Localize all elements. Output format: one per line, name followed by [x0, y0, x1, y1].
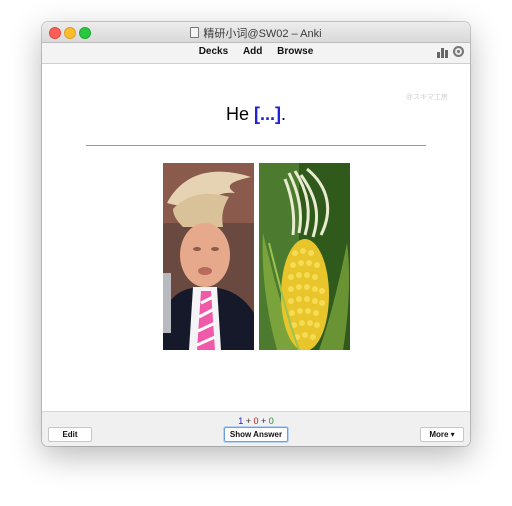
- decks-link[interactable]: Decks: [199, 46, 228, 57]
- count-separator: +: [243, 416, 254, 426]
- stats-icon[interactable]: [437, 48, 448, 58]
- due-counts: 1 + 0 + 0: [42, 416, 470, 426]
- title-bar[interactable]: 精研小词@SW02 – Anki: [42, 22, 470, 43]
- portrait-illustration: [163, 163, 254, 350]
- card-divider: [86, 145, 426, 146]
- nav-links: Decks Add Browse: [42, 46, 470, 57]
- document-icon: [190, 27, 200, 38]
- cloze-deletion: [...]: [254, 104, 281, 124]
- window-title: 精研小词@SW02 – Anki: [203, 28, 322, 40]
- review-bottom-bar: 1 + 0 + 0 Edit Show Answer More ▾: [42, 411, 470, 446]
- add-link[interactable]: Add: [243, 46, 262, 57]
- corn-illustration: [259, 163, 350, 350]
- corn-photo: [259, 163, 350, 350]
- question-suffix: .: [281, 104, 287, 124]
- browse-link[interactable]: Browse: [277, 46, 313, 57]
- watermark: @スキマ工房: [405, 94, 448, 101]
- edit-button[interactable]: Edit: [48, 427, 92, 442]
- card-view: @スキマ工房 He [...].: [42, 64, 470, 411]
- sync-icon[interactable]: [453, 46, 464, 57]
- count-separator: +: [258, 416, 269, 426]
- show-answer-button[interactable]: Show Answer: [224, 427, 288, 442]
- main-toolbar: Decks Add Browse: [42, 43, 470, 64]
- window-title-wrap: 精研小词@SW02 – Anki: [42, 25, 470, 41]
- more-button[interactable]: More ▾: [420, 427, 464, 442]
- anki-window: 精研小词@SW02 – Anki Decks Add Browse @スキマ工房…: [42, 22, 470, 446]
- card-question: He [...].: [42, 104, 470, 125]
- review-count: 0: [268, 416, 274, 426]
- question-prefix: He: [225, 104, 254, 124]
- portrait-photo: [163, 163, 254, 350]
